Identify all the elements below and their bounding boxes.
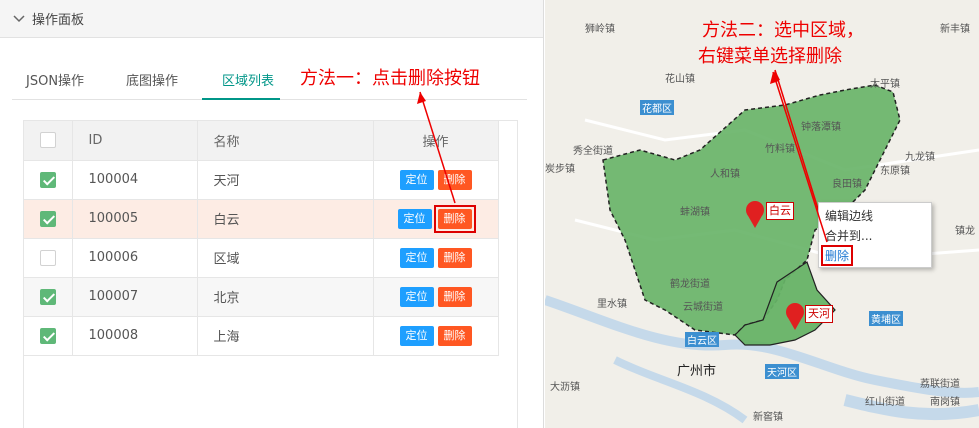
annotation-method1: 方法一：点击删除按钮 [300, 68, 480, 89]
annotation-method2-line2: 右键菜单选择删除 [698, 46, 842, 67]
annotation-method2-line1: 方法二：选中区域， [702, 20, 864, 41]
